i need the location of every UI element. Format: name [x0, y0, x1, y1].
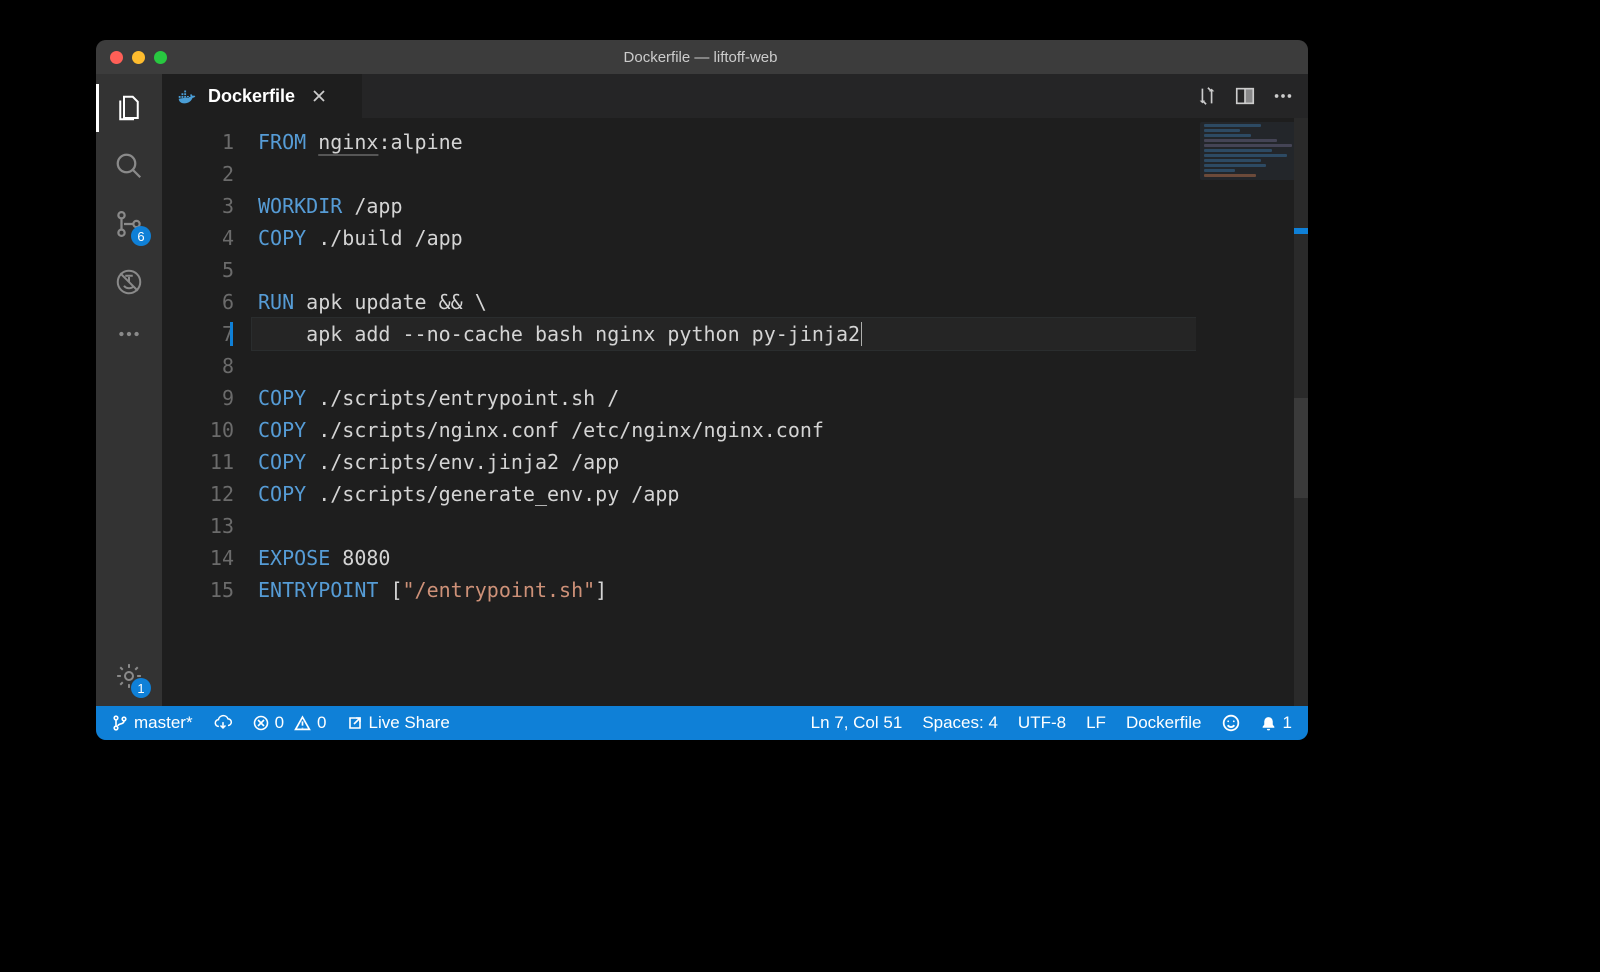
- code-line[interactable]: COPY ./build /app: [252, 222, 1308, 254]
- ellipsis-icon: [1272, 85, 1294, 107]
- code-line[interactable]: ENTRYPOINT ["/entrypoint.sh"]: [252, 574, 1308, 606]
- line-number: 9: [162, 382, 234, 414]
- code-line[interactable]: COPY ./scripts/generate_env.py /app: [252, 478, 1308, 510]
- code-line[interactable]: FROM nginx:alpine: [252, 126, 1308, 158]
- code-line[interactable]: COPY ./scripts/entrypoint.sh /: [252, 382, 1308, 414]
- compare-icon: [1196, 85, 1218, 107]
- minimap-thumb: [1200, 122, 1304, 180]
- error-icon: [253, 715, 269, 731]
- close-tab-button[interactable]: [311, 88, 327, 104]
- status-eol[interactable]: LF: [1080, 713, 1112, 733]
- status-indentation[interactable]: Spaces: 4: [916, 713, 1004, 733]
- status-cursor-position[interactable]: Ln 7, Col 51: [805, 713, 909, 733]
- status-encoding[interactable]: UTF-8: [1012, 713, 1072, 733]
- line-number: 3: [162, 190, 234, 222]
- code-line[interactable]: RUN apk update && \: [252, 286, 1308, 318]
- code-line[interactable]: [252, 254, 1308, 286]
- editor-group: Dockerfile: [162, 74, 1308, 706]
- line-number: 12: [162, 478, 234, 510]
- line-number: 11: [162, 446, 234, 478]
- status-branch[interactable]: master*: [106, 713, 199, 733]
- status-bar: master* 0 0 Live Share Ln 7, Col 51 Spac…: [96, 706, 1308, 740]
- close-icon: [311, 88, 327, 104]
- line-number: 13: [162, 510, 234, 542]
- search-icon: [114, 151, 144, 181]
- files-icon: [114, 93, 144, 123]
- notification-count: 1: [1283, 713, 1292, 733]
- window-body: 6 1 Dockerfile: [96, 74, 1308, 706]
- branch-label: master*: [134, 713, 193, 733]
- line-number: 14: [162, 542, 234, 574]
- warning-icon: [294, 715, 311, 732]
- line-number: 5: [162, 254, 234, 286]
- activity-debug[interactable]: [105, 258, 153, 306]
- more-actions-button[interactable]: [1272, 85, 1294, 107]
- line-number: 2: [162, 158, 234, 190]
- code-line[interactable]: [252, 510, 1308, 542]
- line-number: 6: [162, 286, 234, 318]
- line-number: 7: [162, 318, 234, 350]
- ellipsis-icon: [116, 321, 142, 347]
- line-number: 4: [162, 222, 234, 254]
- code-line[interactable]: apk add --no-cache bash nginx python py-…: [252, 318, 1308, 350]
- warning-count: 0: [317, 713, 326, 733]
- error-count: 0: [275, 713, 284, 733]
- status-notifications[interactable]: 1: [1254, 713, 1298, 733]
- status-language[interactable]: Dockerfile: [1120, 713, 1208, 733]
- code-line[interactable]: [252, 158, 1308, 190]
- status-problems[interactable]: 0 0: [247, 713, 333, 733]
- scroll-marker: [1294, 228, 1308, 234]
- split-icon: [1234, 85, 1256, 107]
- split-editor-button[interactable]: [1234, 85, 1256, 107]
- activity-settings[interactable]: 1: [105, 652, 153, 700]
- tab-label: Dockerfile: [208, 86, 295, 107]
- compare-changes-button[interactable]: [1196, 85, 1218, 107]
- tab-bar: Dockerfile: [162, 74, 1308, 118]
- activity-scm[interactable]: 6: [105, 200, 153, 248]
- editor-header-actions: [1182, 74, 1308, 118]
- scm-badge: 6: [131, 226, 151, 246]
- code-line[interactable]: WORKDIR /app: [252, 190, 1308, 222]
- code-line[interactable]: EXPOSE 8080: [252, 542, 1308, 574]
- scroll-thumb[interactable]: [1294, 398, 1308, 498]
- git-branch-icon: [112, 715, 128, 731]
- status-sync[interactable]: [207, 713, 239, 733]
- debug-disabled-icon: [114, 267, 144, 297]
- code-content[interactable]: FROM nginx:alpine WORKDIR /appCOPY ./buil…: [252, 118, 1308, 706]
- code-area[interactable]: 123456789101112131415 FROM nginx:alpineW…: [162, 118, 1308, 706]
- smiley-icon: [1222, 714, 1240, 732]
- line-number: 1: [162, 126, 234, 158]
- activity-bar: 6 1: [96, 74, 162, 706]
- line-number-gutter: 123456789101112131415: [162, 118, 252, 706]
- activity-overflow[interactable]: [105, 316, 153, 352]
- tab-dockerfile[interactable]: Dockerfile: [162, 74, 362, 118]
- titlebar: Dockerfile — liftoff-web: [96, 40, 1308, 74]
- liveshare-label: Live Share: [369, 713, 450, 733]
- liveshare-icon: [347, 715, 363, 731]
- minimap[interactable]: [1196, 118, 1308, 706]
- activity-search[interactable]: [105, 142, 153, 190]
- line-number: 8: [162, 350, 234, 382]
- docker-file-icon: [176, 85, 198, 107]
- scrollbar-track[interactable]: [1294, 118, 1308, 706]
- settings-badge: 1: [131, 678, 151, 698]
- code-line[interactable]: COPY ./scripts/nginx.conf /etc/nginx/ngi…: [252, 414, 1308, 446]
- status-feedback[interactable]: [1216, 714, 1246, 732]
- status-liveshare[interactable]: Live Share: [341, 713, 456, 733]
- window-title: Dockerfile — liftoff-web: [107, 49, 1294, 66]
- line-number: 10: [162, 414, 234, 446]
- line-number: 15: [162, 574, 234, 606]
- activity-explorer[interactable]: [105, 84, 153, 132]
- vscode-window: Dockerfile — liftoff-web 6 1: [96, 40, 1308, 740]
- text-cursor: [861, 322, 862, 346]
- bell-icon: [1260, 715, 1277, 732]
- code-line[interactable]: COPY ./scripts/env.jinja2 /app: [252, 446, 1308, 478]
- code-line[interactable]: [252, 350, 1308, 382]
- cloud-sync-icon: [213, 713, 233, 733]
- modified-indicator: [230, 322, 233, 346]
